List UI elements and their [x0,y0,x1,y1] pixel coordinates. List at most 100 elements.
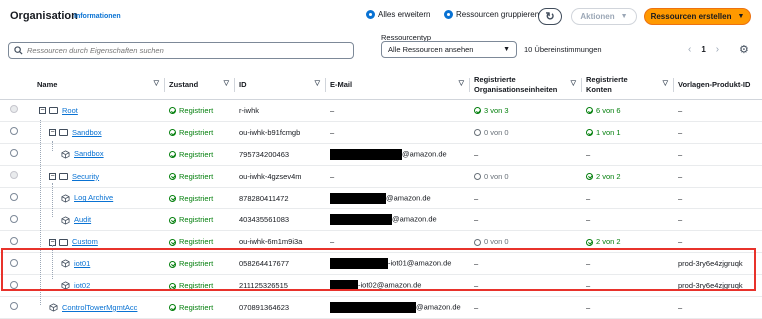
refresh-button[interactable]: ↻ [538,8,562,25]
resource-type-select[interactable]: Alle Ressourcen ansehen ▼ [381,41,517,58]
state-cell: Registriert [165,296,235,319]
product-id-value: – [678,193,683,203]
expand-all-checkbox[interactable] [366,10,375,19]
collapse-icon[interactable]: − [49,173,56,181]
table-row[interactable]: − Sandbox Registriert ou-iwhk-b91fcmgb – 0 vo… [0,121,762,144]
ou-value: 0 von 0 [484,127,509,137]
id-value: 070891364623 [239,302,290,312]
row-select-cell [0,187,33,210]
success-icon [169,238,176,246]
row-radio[interactable] [10,280,18,289]
column-header-id[interactable]: ID ▽ [235,70,326,100]
info-link[interactable]: Informationen [74,13,121,20]
product-id-value: prod-3ry6e4zjgruqk [678,259,743,269]
product-id-value: – [678,237,683,247]
row-radio[interactable] [10,171,18,180]
row-radio[interactable] [10,127,18,136]
resource-name-link[interactable]: Security [72,172,99,181]
success-icon [586,129,593,137]
resource-name-link[interactable]: ControlTowerMgmtAcc [62,303,137,312]
table-row[interactable]: ControlTowerMgmtAcc Registriert 0708913646… [0,296,762,319]
search-field[interactable] [8,42,354,59]
email-cell: – [326,121,470,144]
row-radio[interactable] [10,258,18,267]
column-header-state[interactable]: Zustand ▽ [165,70,235,100]
caret-down-icon: ▼ [620,13,628,20]
resource-name-link[interactable]: Sandbox [72,128,102,137]
column-header-registered-ous[interactable]: Registrierte Organisationseinheiten ▽ [470,70,582,100]
table-row[interactable]: Sandbox Registriert 795734200463 @amazon.de… [0,143,762,166]
resource-name-link[interactable]: Root [62,106,78,115]
column-header-product-id[interactable]: Vorlagen-Produkt-ID [674,70,762,100]
actions-button[interactable]: Aktionen ▼ [571,8,637,25]
id-value: 403435561083 [239,215,290,225]
row-radio[interactable] [10,149,18,158]
email-value: – [330,237,335,247]
resource-name-link[interactable]: iot02 [74,281,90,290]
email-cell: -iot02@amazon.de [326,274,470,298]
registered-accounts-cell: 1 von 1 [582,121,674,144]
product-id-cell: – [674,143,762,166]
collapse-icon[interactable]: − [39,107,46,115]
settings-gear-icon[interactable]: ⚙ [739,43,749,56]
group-resources-toggle[interactable]: Ressourcen gruppieren [444,10,539,19]
resource-name-link[interactable]: Audit [74,215,91,224]
resource-name-link[interactable]: Custom [72,237,98,246]
resource-name-link[interactable]: iot01 [74,259,90,268]
resource-name-link[interactable]: Log Archive [74,193,113,202]
accounts-value: 1 von 1 [596,127,621,137]
state-cell: Registriert [165,99,235,122]
prev-page-icon[interactable]: ‹ [688,44,691,55]
accounts-value: – [586,149,591,159]
row-select-cell [0,230,33,254]
row-radio[interactable] [10,236,18,245]
id-cell: 058264417677 [235,252,326,276]
page-header: Organisation Informationen Alles erweite… [0,0,762,36]
group-resources-checkbox[interactable] [444,10,453,19]
table-row[interactable]: Log Archive Registriert 878280411472 @amazo… [0,187,762,210]
create-resources-button[interactable]: Ressourcen erstellen ▼ [644,8,751,25]
ou-value: – [474,302,479,312]
search-input[interactable] [27,46,327,55]
table-row[interactable]: − Root Registriert r-iwhk – 3 von 3 6 von 6 – [0,99,762,122]
state-cell: Registriert [165,165,235,188]
id-value: r-iwhk [239,105,259,115]
id-value: 795734200463 [239,149,290,159]
column-header-email[interactable]: E-Mail ▽ [326,70,470,100]
email-value: @amazon.de [402,149,447,159]
column-header-registered-accounts[interactable]: Registrierte Konten ▽ [582,70,674,100]
caret-down-icon: ▼ [737,13,745,20]
state-value: Registriert [179,149,214,159]
table-row[interactable]: iot02 Registriert 211125326515 -iot02@amazo… [0,274,762,298]
table-row[interactable]: iot01 Registriert 058264417677 -iot01@amazo… [0,252,762,276]
column-header-name[interactable]: Name ▽ [33,70,165,100]
row-radio[interactable] [10,105,18,114]
email-value: – [330,171,335,181]
product-id-value: – [678,215,683,225]
registered-ous-cell: 0 von 0 [470,165,582,188]
expand-all-toggle[interactable]: Alles erweitern [366,10,430,19]
actions-label: Aktionen [580,12,615,21]
product-id-value: – [678,127,683,137]
row-radio[interactable] [10,193,18,201]
ou-value: – [474,149,479,159]
id-cell: 070891364623 [235,296,326,319]
sort-icon: ▽ [314,80,320,87]
folder-icon [49,107,58,115]
table-row[interactable]: − Security Registriert ou-iwhk-4gzsev4m – 0 v… [0,165,762,188]
email-value: @amazon.de [386,192,431,202]
row-radio[interactable] [10,214,18,223]
resource-name-link[interactable]: Sandbox [74,149,104,158]
table-row[interactable]: − Custom Registriert ou-iwhk-6m1m9i3a –0 von… [0,230,762,254]
success-icon [586,173,593,181]
page-number[interactable]: 1 [701,45,705,54]
id-value: ou-iwhk-4gzsev4m [239,171,302,181]
product-id-value: – [678,105,683,115]
table-row[interactable]: Audit Registriert 403435561083 @amazon.de – –… [0,208,762,232]
next-page-icon[interactable]: › [716,44,719,55]
collapse-icon[interactable]: − [49,129,56,137]
neutral-icon [474,129,481,137]
row-radio[interactable] [10,302,18,311]
product-id-value: – [678,171,683,181]
state-cell: Registriert [165,187,235,210]
